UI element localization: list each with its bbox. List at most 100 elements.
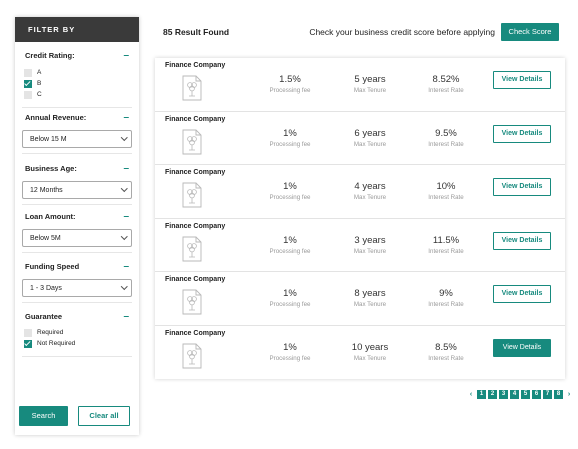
chevron-down-icon: [120, 233, 127, 240]
max-tenure: 6 years Max Tenure: [353, 127, 387, 148]
chevron-down-icon: [120, 185, 127, 192]
annual-revenue-select[interactable]: Below 15 M: [22, 130, 132, 148]
result-card: Finance Company 1% Processing fee 8 years…: [155, 272, 565, 326]
document-icon: [182, 75, 202, 101]
checkbox-c[interactable]: [24, 90, 32, 99]
result-card: Finance Company 1% Processing fee 10 year…: [155, 326, 565, 380]
processing-fee: 1% Processing fee: [269, 181, 311, 201]
annual-revenue-filter: Annual Revenue: – Below 15 M: [22, 112, 132, 154]
company-name: Finance Company: [165, 276, 226, 283]
loan-amount-title: Loan Amount:: [25, 212, 76, 221]
clear-all-button[interactable]: Clear all: [78, 406, 130, 426]
collapse-minus-icon[interactable]: –: [123, 163, 129, 173]
view-details-button[interactable]: View Details: [493, 338, 551, 357]
funding-speed-select[interactable]: 1 - 3 Days: [22, 279, 132, 297]
max-tenure: 8 years Max Tenure: [353, 288, 387, 308]
collapse-minus-icon[interactable]: –: [123, 261, 129, 271]
checkbox-not-required[interactable]: [24, 339, 32, 348]
result-count: 85 Result Found: [163, 27, 230, 37]
result-card: Finance Company 1.5% Processing fee 5 yea…: [155, 58, 565, 112]
company-name: Finance Company: [165, 62, 226, 69]
company-name: Finance Company: [165, 115, 226, 123]
view-details-button[interactable]: View Details: [493, 71, 551, 89]
view-details-button[interactable]: View Details: [493, 285, 551, 303]
max-tenure: 3 years Max Tenure: [353, 234, 387, 255]
divider: [22, 252, 132, 253]
guarantee-option-required[interactable]: Required: [22, 327, 132, 338]
view-details-button[interactable]: View Details: [493, 178, 551, 196]
max-tenure: 5 years Max Tenure: [353, 74, 387, 94]
document-icon: [182, 182, 202, 208]
interest-rate: 9% Interest Rate: [428, 288, 464, 308]
chevron-down-icon: [120, 134, 127, 141]
business-age-title: Business Age:: [25, 164, 77, 173]
processing-fee: 1.5% Processing fee: [269, 74, 311, 94]
processing-fee: 1% Processing fee: [269, 234, 311, 255]
credit-rating-option-b[interactable]: B: [22, 78, 132, 89]
divider: [22, 107, 132, 108]
filter-sidebar: FILTER BY Credit Rating: – A B C Annual …: [15, 17, 139, 435]
credit-score-prompt: Check your business credit score before …: [309, 27, 495, 37]
search-button[interactable]: Search: [19, 406, 68, 426]
company-name: Finance Company: [165, 169, 226, 176]
page-2[interactable]: 2: [488, 390, 497, 399]
chevron-down-icon: [120, 283, 127, 290]
filter-header: FILTER BY: [15, 17, 139, 42]
result-card: Finance Company 1% Processing fee 3 years…: [155, 219, 565, 272]
interest-rate: 11.5% Interest Rate: [428, 234, 464, 255]
divider: [22, 302, 132, 303]
loan-amount-filter: Loan Amount: – Below 5M: [22, 211, 132, 253]
company-name: Finance Company: [165, 222, 226, 230]
interest-rate: 8.5% Interest Rate: [428, 341, 464, 362]
page-6[interactable]: 6: [532, 390, 541, 399]
company-name: Finance Company: [165, 329, 226, 337]
result-card: Finance Company 1% Processing fee 4 years…: [155, 165, 565, 219]
collapse-minus-icon[interactable]: –: [123, 311, 129, 321]
max-tenure: 4 years Max Tenure: [353, 181, 387, 201]
guarantee-option-not-required[interactable]: Not Required: [22, 338, 132, 349]
credit-rating-option-c[interactable]: C: [22, 89, 132, 100]
max-tenure: 10 years Max Tenure: [351, 341, 389, 362]
checkbox-b[interactable]: [24, 79, 32, 88]
view-details-button[interactable]: View Details: [493, 124, 551, 143]
document-icon: [182, 129, 202, 154]
next-page-icon[interactable]: ›: [565, 391, 573, 398]
divider: [22, 153, 132, 154]
result-card: Finance Company 1% Processing fee 6 years…: [155, 112, 565, 165]
check-score-button[interactable]: Check Score: [501, 23, 559, 41]
collapse-minus-icon[interactable]: –: [123, 211, 129, 221]
divider: [22, 204, 132, 205]
page-4[interactable]: 4: [510, 390, 519, 399]
interest-rate: 8.52% Interest Rate: [428, 74, 464, 94]
credit-rating-option-a[interactable]: A: [22, 67, 132, 78]
results-list: Finance Company 1.5% Processing fee 5 yea…: [155, 58, 565, 379]
prev-page-icon[interactable]: ‹: [467, 391, 475, 398]
interest-rate: 10% Interest Rate: [428, 181, 464, 201]
processing-fee: 1% Processing fee: [269, 127, 311, 148]
checkbox-required[interactable]: [24, 328, 32, 337]
checkbox-a[interactable]: [24, 68, 32, 77]
document-icon: [182, 236, 202, 261]
guarantee-filter: Guarantee – Required Not Required: [22, 311, 132, 357]
collapse-minus-icon[interactable]: –: [123, 112, 129, 122]
page-5[interactable]: 5: [521, 390, 530, 399]
view-details-button[interactable]: View Details: [493, 231, 551, 250]
page-7[interactable]: 7: [543, 390, 552, 399]
page-8[interactable]: 8: [554, 390, 563, 399]
processing-fee: 1% Processing fee: [269, 341, 311, 362]
page-3[interactable]: 3: [499, 390, 508, 399]
processing-fee: 1% Processing fee: [269, 288, 311, 308]
page-1[interactable]: 1: [477, 390, 486, 399]
interest-rate: 9.5% Interest Rate: [428, 127, 464, 148]
divider: [22, 356, 132, 357]
document-icon: [182, 343, 202, 368]
guarantee-title: Guarantee: [25, 312, 63, 321]
collapse-minus-icon[interactable]: –: [123, 50, 129, 60]
business-age-select[interactable]: 12 Months: [22, 181, 132, 199]
loan-amount-select[interactable]: Below 5M: [22, 229, 132, 247]
document-icon: [182, 289, 202, 315]
business-age-filter: Business Age: – 12 Months: [22, 163, 132, 205]
credit-rating-filter: Credit Rating: – A B C: [22, 50, 132, 108]
funding-speed-title: Funding Speed: [25, 262, 80, 271]
annual-revenue-title: Annual Revenue:: [25, 113, 87, 122]
